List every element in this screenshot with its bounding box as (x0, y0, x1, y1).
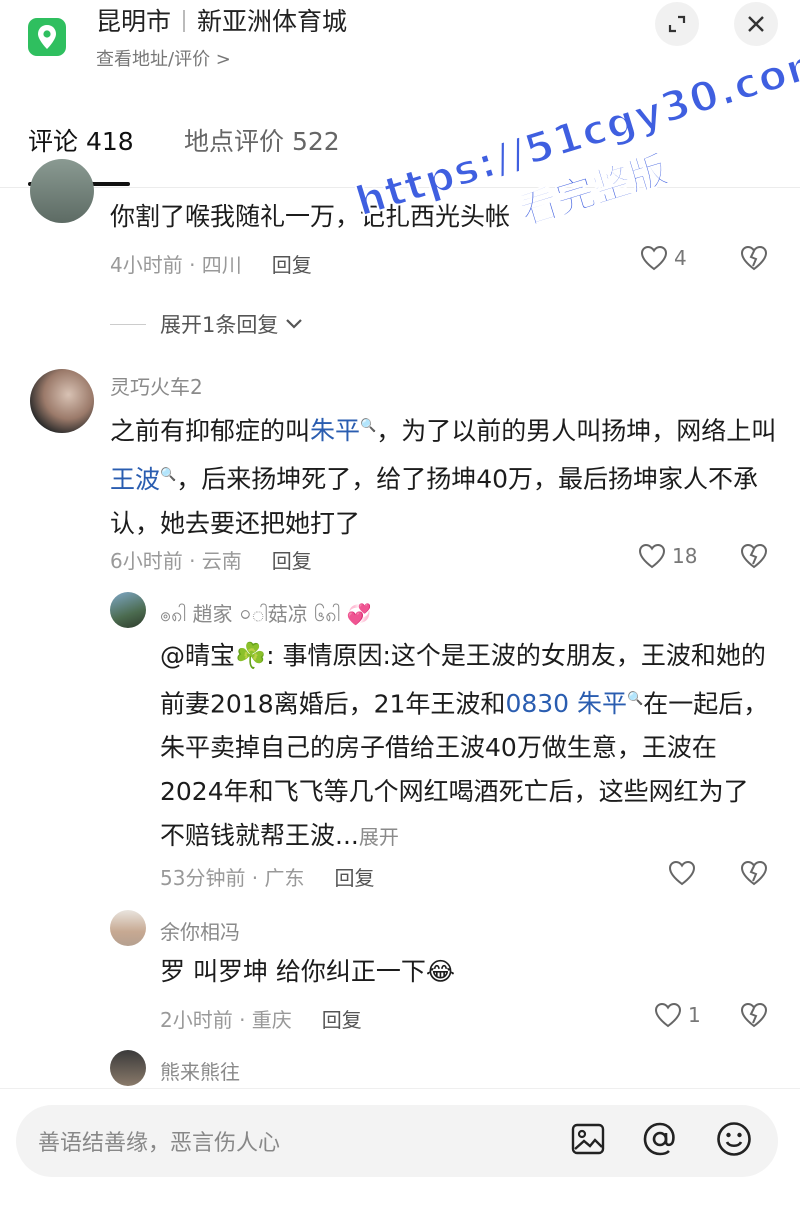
view-address-link[interactable]: 查看地址/评价 > (96, 45, 231, 71)
place-name: 新亚洲体育城 (197, 7, 348, 36)
dislike-button[interactable] (740, 245, 768, 275)
comment-time-location: 2小时前 · 重庆 (160, 1008, 292, 1032)
like-count: 18 (672, 544, 698, 568)
search-link[interactable]: 朱平🔍 (310, 416, 376, 445)
heart-icon (654, 1002, 682, 1028)
comment-time-location: 4小时前 · 四川 (110, 253, 242, 277)
comment-time-location: 6小时前 · 云南 (110, 549, 242, 573)
avatar[interactable] (30, 369, 94, 433)
text-segment: ，为了以前的男人叫扬坤，网络上叫 (376, 416, 777, 446)
comment-username[interactable]: 灵巧火车2 (110, 371, 203, 400)
comment-meta: 2小时前 · 重庆 回复 (160, 1004, 362, 1033)
search-icon: 🔍 (160, 467, 177, 483)
avatar[interactable] (30, 159, 94, 223)
comment-username[interactable]: 熊来熊往 (160, 1056, 240, 1085)
reply-button[interactable]: 回复 (272, 549, 312, 573)
broken-heart-icon (740, 860, 768, 886)
search-link[interactable]: 0830 朱平🔍 (505, 689, 643, 718)
comment-meta: 4小时前 · 四川 回复 (110, 249, 312, 278)
comment-time-location: 53分钟前 · 广东 (160, 866, 305, 890)
avatar[interactable] (110, 910, 146, 946)
broken-heart-icon (740, 245, 768, 271)
link-text: 0830 朱平 (505, 689, 628, 719)
tab-comments[interactable]: 评论 418 (28, 122, 134, 158)
header: 昆明市 新亚洲体育城 查看地址/评价 > (0, 0, 800, 90)
page-title[interactable]: 昆明市 新亚洲体育城 (96, 6, 347, 38)
image-icon (571, 1123, 605, 1155)
close-button[interactable] (734, 2, 778, 46)
comment-input-bar: 善语结善缘，恶言伤人心 (0, 1088, 800, 1218)
chevron-down-icon (286, 319, 303, 329)
city-name: 昆明市 (96, 7, 172, 36)
comment-meta: 6小时前 · 云南 回复 (110, 545, 312, 574)
tab-bar: 评论 418 地点评价 522 (0, 100, 800, 188)
comment-username[interactable]: ၜ၈ါ 趙家 ০ါ菇凉 ၆၈ါ 💞 (160, 598, 371, 633)
comment-input[interactable]: 善语结善缘，恶言伤人心 (16, 1105, 778, 1177)
like-count: 4 (674, 246, 687, 270)
dislike-button[interactable] (740, 1002, 768, 1032)
text-segment: 之前有抑郁症的叫 (110, 416, 311, 446)
expand-button[interactable] (655, 2, 699, 46)
close-icon (748, 16, 764, 32)
dislike-button[interactable] (740, 860, 768, 890)
like-button[interactable] (668, 860, 702, 886)
broken-heart-icon (740, 543, 768, 569)
like-button[interactable]: 18 (638, 543, 697, 569)
heart-icon (638, 543, 666, 569)
link-text: 王波 (110, 464, 161, 494)
comment-text: 你割了喉我随礼一万，记扎西光头帐 (110, 202, 511, 231)
expand-icon (668, 15, 686, 33)
text-segment: ，后来扬坤死了，给了扬坤40万，最后扬坤家人不承认，她去要还把她打了 (110, 464, 759, 538)
like-button[interactable]: 4 (640, 245, 687, 271)
dislike-button[interactable] (740, 543, 768, 573)
heart-icon (640, 245, 668, 271)
broken-heart-icon (740, 1002, 768, 1028)
expand-text-button[interactable]: 展开 (359, 825, 399, 849)
title-divider (183, 10, 186, 32)
reply-button[interactable]: 回复 (322, 1008, 362, 1032)
mention-button[interactable] (640, 1119, 680, 1159)
link-text: 朱平 (310, 416, 361, 446)
search-icon: 🔍 (360, 419, 377, 434)
reply-button[interactable]: 回复 (272, 253, 312, 277)
search-icon: 🔍 (627, 692, 644, 707)
comment-meta: 53分钟前 · 广东 回复 (160, 862, 375, 891)
avatar[interactable] (110, 1050, 146, 1086)
input-placeholder: 善语结善缘，恶言伤人心 (38, 1131, 281, 1156)
emoji-icon (717, 1122, 751, 1156)
search-link[interactable]: 王波🔍 (110, 465, 176, 494)
like-button[interactable]: 1 (654, 1002, 701, 1028)
expand-replies-button[interactable]: 展开1条回复 (110, 309, 304, 339)
heart-icon (668, 860, 696, 886)
comment-text: 罗 叫罗坤 给你纠正一下😂 (160, 957, 456, 986)
username-text: ၜ၈ါ 趙家 ০ါ菇凉 ၆၈ါ (160, 602, 341, 626)
location-pin-icon (28, 18, 66, 56)
comment-text: 之前有抑郁症的叫朱平🔍，为了以前的男人叫扬坤，网络上叫王波🔍，后来扬坤死了，给了… (110, 405, 780, 546)
image-button[interactable] (568, 1119, 608, 1159)
comment-username[interactable]: 余你相冯 (160, 916, 240, 945)
like-count: 1 (688, 1003, 701, 1027)
expand-replies-label: 展开1条回复 (160, 313, 279, 337)
tab-place-reviews[interactable]: 地点评价 522 (184, 122, 340, 158)
emoji-button[interactable] (714, 1119, 754, 1159)
at-icon (643, 1122, 675, 1156)
heart-emoji-icon: 💞 (346, 602, 372, 626)
divider-line (110, 323, 146, 325)
reply-button[interactable]: 回复 (335, 866, 375, 890)
avatar[interactable] (110, 592, 146, 628)
comment-text: @晴宝☘️: 事情原因:这个是王波的女朋友，王波和她的前妻2018离婚后，21年… (160, 634, 770, 859)
